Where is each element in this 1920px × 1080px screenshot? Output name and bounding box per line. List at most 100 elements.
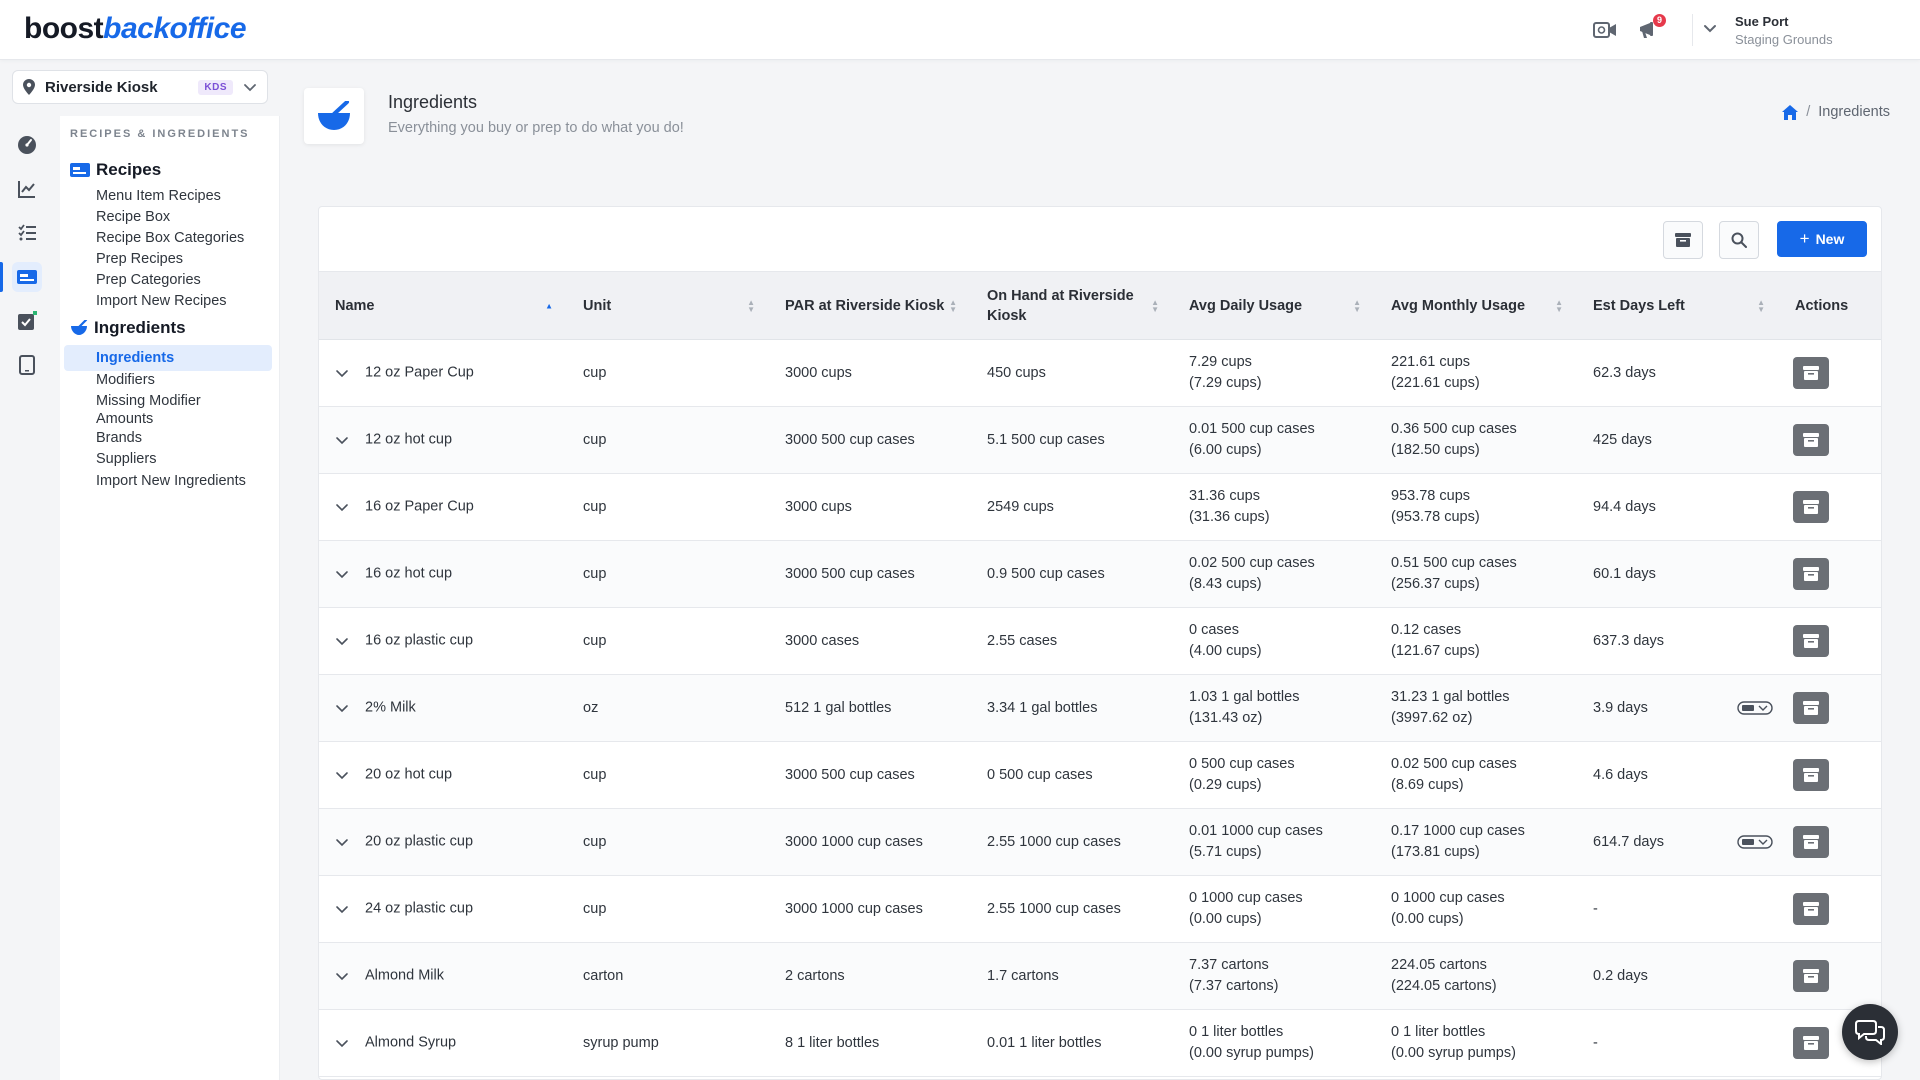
avg-daily-cell: 1.03 1 gal bottles (131.43 oz)	[1173, 675, 1375, 742]
column-header-unit[interactable]: Unit ▲ ▼	[567, 272, 769, 340]
archive-button[interactable]	[1793, 960, 1829, 992]
archive-filter-button[interactable]	[1663, 221, 1703, 259]
archive-button[interactable]	[1793, 558, 1829, 590]
archive-button[interactable]	[1793, 1027, 1829, 1059]
sidebar-item-brands[interactable]: Brands	[96, 429, 276, 447]
breadcrumb: / Ingredients	[1782, 104, 1890, 120]
archive-button[interactable]	[1793, 759, 1829, 791]
archive-button[interactable]	[1793, 692, 1829, 724]
expand-chevron-icon[interactable]	[335, 1032, 351, 1053]
avg-monthly-cell: 0.36 500 cup cases (182.50 cups)	[1375, 407, 1577, 474]
avg-daily-primary: 0 1000 cup cases	[1189, 890, 1303, 906]
avg-monthly-cell: 0.12 cases (121.67 cups)	[1375, 608, 1577, 675]
archive-button[interactable]	[1793, 357, 1829, 389]
user-menu-chevron-icon[interactable]	[1702, 20, 1718, 40]
table-row[interactable]: Almond Milk carton 2 cartons 1.7 cartons 7.3…	[319, 942, 1881, 1010]
sidebar-item-missing-modifier-amounts[interactable]: Missing Modifier Amounts	[96, 392, 226, 428]
sidebar-item-menu-item-recipes[interactable]: Menu Item Recipes	[96, 187, 276, 205]
ingredient-name[interactable]: 24 oz plastic cup	[365, 901, 473, 917]
ingredient-name[interactable]: Almond Milk	[365, 968, 444, 984]
ingredient-name[interactable]: 16 oz Paper Cup	[365, 499, 474, 515]
archive-box-icon	[1803, 366, 1819, 380]
sidebar-item-ingredients[interactable]: Ingredients	[64, 345, 272, 371]
ingredient-name[interactable]: 16 oz hot cup	[365, 566, 452, 582]
checkoffs-nav-button[interactable]	[12, 306, 42, 336]
expand-chevron-icon[interactable]	[335, 362, 351, 383]
devices-nav-button[interactable]	[12, 350, 42, 380]
avg-monthly-primary: 0.02 500 cup cases	[1391, 756, 1517, 772]
table-row[interactable]: 16 oz hot cup cup 3000 500 cup cases 0.9 50…	[319, 540, 1881, 608]
ingredient-name[interactable]: Almond Syrup	[365, 1035, 456, 1051]
expand-chevron-icon[interactable]	[335, 764, 351, 785]
avg-monthly-secondary: (121.67 cups)	[1391, 643, 1480, 659]
ingredient-name[interactable]: 12 oz hot cup	[365, 432, 452, 448]
archive-button[interactable]	[1793, 491, 1829, 523]
sidebar-item-suppliers[interactable]: Suppliers	[96, 450, 276, 468]
brand-logo[interactable]: boostbackoffice	[24, 12, 247, 46]
ingredient-name[interactable]: 2% Milk	[365, 700, 416, 716]
chat-button[interactable]	[1842, 1004, 1898, 1060]
auto-order-toggle-icon[interactable]	[1737, 835, 1773, 849]
expand-chevron-icon[interactable]	[335, 563, 351, 584]
recipes-nav-button[interactable]	[12, 262, 42, 292]
expand-chevron-icon[interactable]	[335, 496, 351, 517]
ingredient-name[interactable]: 12 oz Paper Cup	[365, 365, 474, 381]
table-row[interactable]: 12 oz hot cup cup 3000 500 cup cases 5.1 50…	[319, 406, 1881, 474]
expand-chevron-icon[interactable]	[335, 831, 351, 852]
ingredient-name[interactable]: 20 oz hot cup	[365, 767, 452, 783]
home-icon[interactable]	[1782, 104, 1799, 120]
expand-chevron-icon[interactable]	[335, 429, 351, 450]
column-header-avg-daily[interactable]: Avg Daily Usage ▲ ▼	[1173, 272, 1375, 340]
reports-nav-button[interactable]	[12, 174, 42, 204]
par-cell: 3000 cups	[785, 498, 852, 515]
avg-daily-primary: 7.29 cups	[1189, 354, 1252, 370]
sidebar-item-import-new-ingredients[interactable]: Import New Ingredients	[96, 472, 276, 490]
video-camera-icon[interactable]	[1592, 18, 1618, 42]
archive-button[interactable]	[1793, 826, 1829, 858]
ingredient-name[interactable]: 16 oz plastic cup	[365, 633, 473, 649]
table-row[interactable]: 24 oz plastic cup cup 3000 1000 cup cases 2…	[319, 876, 1881, 943]
column-header-name[interactable]: Name ▲	[319, 272, 567, 340]
tasks-nav-button[interactable]	[12, 218, 42, 248]
sidebar-item-recipe-box[interactable]: Recipe Box	[96, 208, 276, 226]
table-row[interactable]: 16 oz Paper Cup cup 3000 cups 2549 cups 31.3…	[319, 474, 1881, 541]
sidebar-item-import-new-recipes[interactable]: Import New Recipes	[96, 292, 276, 310]
table-row[interactable]: 16 oz plastic cup cup 3000 cases 2.55 cases…	[319, 608, 1881, 675]
archive-button[interactable]	[1793, 424, 1829, 456]
archive-button[interactable]	[1793, 893, 1829, 925]
expand-chevron-icon[interactable]	[335, 898, 351, 919]
user-name[interactable]: Sue Port	[1735, 14, 1788, 29]
unit-cell: oz	[583, 699, 599, 716]
expand-chevron-icon[interactable]	[335, 697, 351, 718]
expand-chevron-icon[interactable]	[335, 965, 351, 986]
new-ingredient-button[interactable]: + New	[1777, 221, 1867, 257]
expand-chevron-icon[interactable]	[335, 630, 351, 651]
column-header-par[interactable]: PAR at Riverside Kiosk ▲ ▼	[769, 272, 971, 340]
archive-button[interactable]	[1793, 625, 1829, 657]
notification-badge: 9	[1653, 14, 1666, 27]
column-header-est-days[interactable]: Est Days Left ▲ ▼	[1577, 272, 1779, 340]
auto-order-toggle-icon[interactable]	[1737, 701, 1773, 715]
sidebar-item-prep-recipes[interactable]: Prep Recipes	[96, 250, 276, 268]
sidebar-item-modifiers[interactable]: Modifiers	[96, 371, 276, 389]
search-button[interactable]	[1719, 221, 1759, 259]
table-row[interactable]: 2% Milk oz 512 1 gal bottles 3.34 1 gal bot…	[319, 674, 1881, 742]
table-row[interactable]: Almond Syrup syrup pump 8 1 liter bottles 0…	[319, 1010, 1881, 1077]
avg-monthly-secondary: (953.78 cups)	[1391, 509, 1480, 525]
est-days-value: 60.1 days	[1593, 565, 1656, 582]
location-select[interactable]: Riverside Kiosk KDS	[12, 70, 268, 104]
sidebar-item-prep-categories[interactable]: Prep Categories	[96, 271, 276, 289]
avg-monthly-cell: 31.23 1 gal bottles (3997.62 oz)	[1375, 675, 1577, 742]
table-row[interactable]: 12 oz Paper Cup cup 3000 cups 450 cups 7.29 …	[319, 340, 1881, 407]
sidebar-item-recipe-box-categories[interactable]: Recipe Box Categories	[96, 229, 276, 247]
archive-box-icon	[1803, 835, 1819, 849]
dashboard-nav-button[interactable]	[12, 130, 42, 160]
table-row[interactable]: 20 oz plastic cup cup 3000 1000 cup cases 2…	[319, 808, 1881, 876]
column-header-on-hand[interactable]: On Hand at Riverside Kiosk ▲ ▼	[971, 272, 1173, 340]
table-header-row: Name ▲ Unit ▲ ▼ PAR at Riverside Kiosk ▲ ▼ On…	[319, 271, 1881, 340]
column-header-avg-monthly[interactable]: Avg Monthly Usage ▲ ▼	[1375, 272, 1577, 340]
announcements-button[interactable]: 9	[1636, 14, 1666, 42]
table-row[interactable]: 20 oz hot cup cup 3000 500 cup cases 0 500 …	[319, 742, 1881, 809]
ingredient-name[interactable]: 20 oz plastic cup	[365, 834, 473, 850]
on-hand-cell: 3.34 1 gal bottles	[987, 699, 1098, 716]
